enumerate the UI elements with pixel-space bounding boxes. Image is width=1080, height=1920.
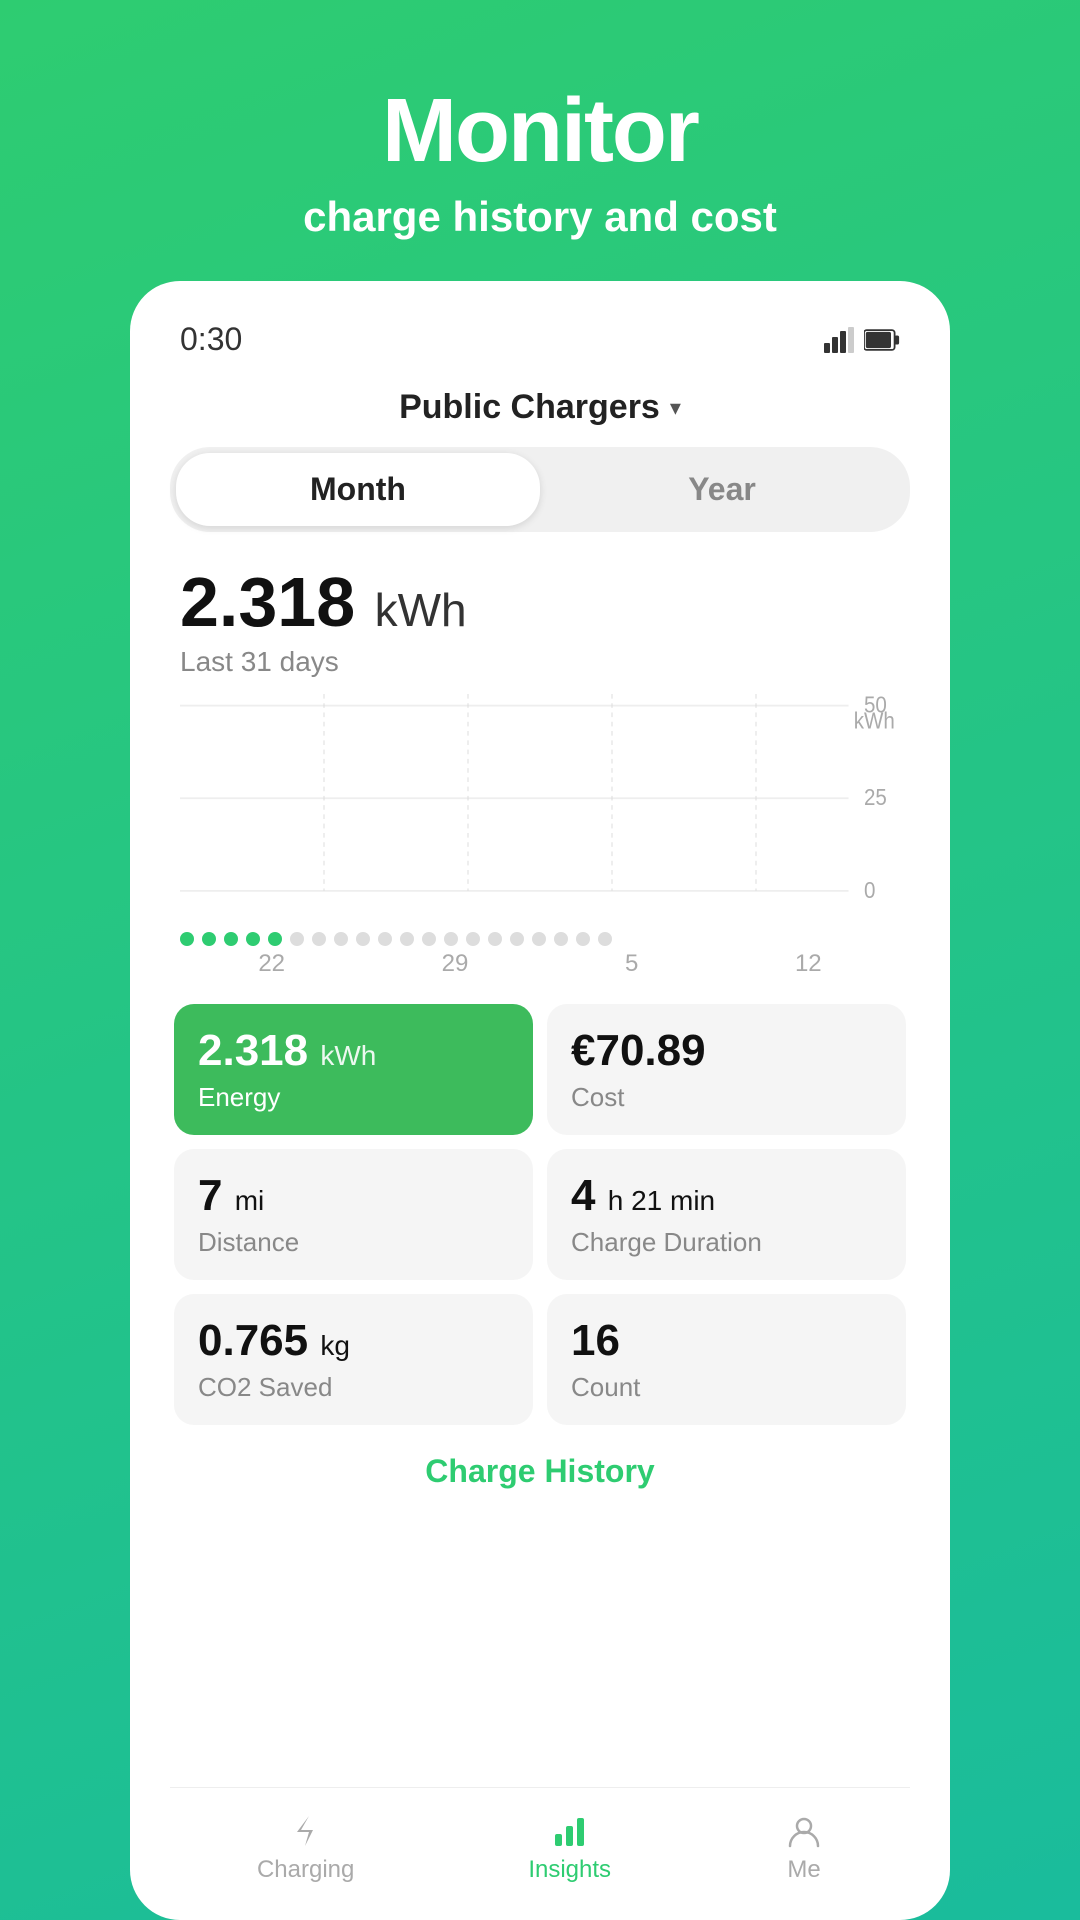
tab-month[interactable]: Month bbox=[176, 453, 540, 526]
chart-dot-inactive bbox=[510, 932, 524, 946]
chart-dot-active bbox=[180, 932, 194, 946]
stat-value-distance: 7 mi bbox=[198, 1171, 509, 1221]
chart-x-label: 22 bbox=[258, 950, 285, 978]
chart-dot-inactive bbox=[466, 932, 480, 946]
stat-label-count: Count bbox=[571, 1372, 882, 1403]
stat-value-co2: 0.765 kg bbox=[198, 1316, 509, 1366]
signal-icon bbox=[824, 327, 854, 353]
chart-dot-inactive bbox=[576, 932, 590, 946]
nav-label-me: Me bbox=[787, 1856, 820, 1884]
chart-dot-active bbox=[202, 932, 216, 946]
battery-icon bbox=[864, 327, 900, 353]
chart-dot-active bbox=[246, 932, 260, 946]
stat-card-duration[interactable]: 4 h 21 min Charge Duration bbox=[547, 1149, 906, 1280]
svg-text:25: 25 bbox=[864, 784, 887, 810]
chart-dot-inactive bbox=[334, 932, 348, 946]
status-time: 0:30 bbox=[180, 321, 242, 358]
stat-label-co2: CO2 Saved bbox=[198, 1372, 509, 1403]
nav-item-me[interactable]: Me bbox=[745, 1804, 863, 1892]
energy-period: Last 31 days bbox=[180, 646, 900, 678]
stat-value-energy: 2.318 kWh bbox=[198, 1026, 509, 1076]
stat-label-distance: Distance bbox=[198, 1227, 509, 1258]
chevron-down-icon: ▾ bbox=[670, 395, 681, 421]
charger-label: Public Chargers bbox=[399, 388, 660, 427]
chart-x-label: 29 bbox=[442, 950, 469, 978]
tab-switcher: Month Year bbox=[170, 447, 910, 532]
chart-svg: 50 kWh 25 0 bbox=[180, 694, 900, 914]
charging-icon bbox=[287, 1812, 325, 1850]
chart-dot-inactive bbox=[532, 932, 546, 946]
chart-dot-inactive bbox=[400, 932, 414, 946]
stat-card-cost[interactable]: €70.89 Cost bbox=[547, 1004, 906, 1135]
charge-history-link[interactable]: Charge History bbox=[170, 1425, 910, 1510]
chart-x-labels: 22 29 5 12 bbox=[170, 946, 910, 994]
bottom-nav: Charging Insights Me bbox=[170, 1787, 910, 1920]
chart-dot-inactive bbox=[378, 932, 392, 946]
chart-dot-inactive bbox=[290, 932, 304, 946]
main-title: Monitor bbox=[303, 80, 777, 183]
svg-text:kWh: kWh bbox=[854, 708, 895, 734]
phone-card: 0:30 Public Chargers ▾ Month Year 2.318 bbox=[130, 281, 950, 1920]
header-section: Monitor charge history and cost bbox=[303, 0, 777, 281]
subtitle: charge history and cost bbox=[303, 193, 777, 241]
stat-card-co2[interactable]: 0.765 kg CO2 Saved bbox=[174, 1294, 533, 1425]
stats-grid: 2.318 kWh Energy €70.89 Cost 7 mi Distan… bbox=[170, 1004, 910, 1425]
chart-dot-inactive bbox=[554, 932, 568, 946]
nav-item-insights[interactable]: Insights bbox=[488, 1804, 651, 1892]
chart-dot-inactive bbox=[598, 932, 612, 946]
chart-dot-inactive bbox=[422, 932, 436, 946]
energy-display: 2.318 kWh Last 31 days bbox=[170, 562, 910, 694]
stat-label-duration: Charge Duration bbox=[571, 1227, 882, 1258]
charger-selector[interactable]: Public Chargers ▾ bbox=[170, 378, 910, 447]
stat-value-cost: €70.89 bbox=[571, 1026, 882, 1076]
tab-year[interactable]: Year bbox=[540, 453, 904, 526]
stat-value-duration: 4 h 21 min bbox=[571, 1171, 882, 1221]
chart-x-label: 5 bbox=[625, 950, 638, 978]
chart-dot-inactive bbox=[488, 932, 502, 946]
insights-icon bbox=[551, 1812, 589, 1850]
status-bar: 0:30 bbox=[170, 311, 910, 378]
chart-dot-inactive bbox=[356, 932, 370, 946]
me-icon bbox=[785, 1812, 823, 1850]
stat-card-count[interactable]: 16 Count bbox=[547, 1294, 906, 1425]
energy-value: 2.318 kWh bbox=[180, 562, 900, 642]
chart-dot-inactive bbox=[312, 932, 326, 946]
stat-label-energy: Energy bbox=[198, 1082, 509, 1113]
chart-dot-active bbox=[224, 932, 238, 946]
status-icons bbox=[824, 327, 900, 353]
svg-text:0: 0 bbox=[864, 877, 875, 903]
chart-x-label: 12 bbox=[795, 950, 822, 978]
chart-dot-inactive bbox=[444, 932, 458, 946]
chart-dot-active bbox=[268, 932, 282, 946]
nav-label-insights: Insights bbox=[528, 1856, 611, 1884]
stat-card-distance[interactable]: 7 mi Distance bbox=[174, 1149, 533, 1280]
stat-label-cost: Cost bbox=[571, 1082, 882, 1113]
nav-item-charging[interactable]: Charging bbox=[217, 1804, 394, 1892]
stat-value-count: 16 bbox=[571, 1316, 882, 1366]
chart-dots-row bbox=[170, 924, 910, 946]
stat-card-energy[interactable]: 2.318 kWh Energy bbox=[174, 1004, 533, 1135]
nav-label-charging: Charging bbox=[257, 1856, 354, 1884]
chart-area: 50 kWh 25 0 bbox=[180, 694, 900, 914]
